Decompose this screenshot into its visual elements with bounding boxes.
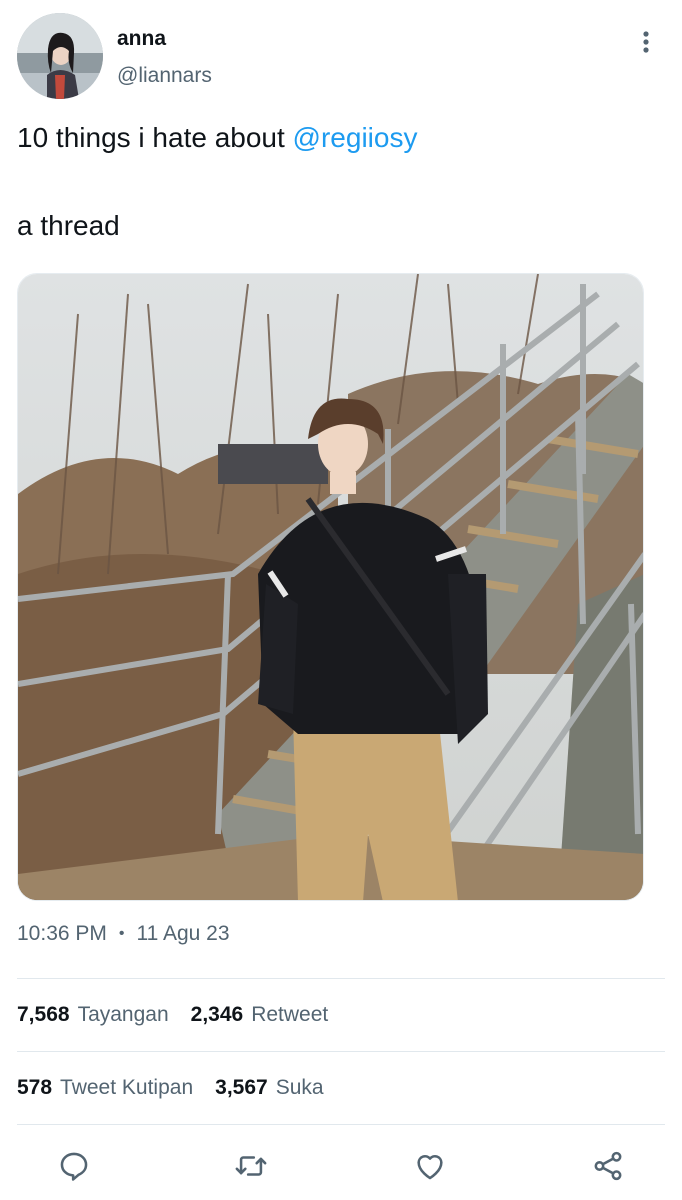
likes-label: Suka xyxy=(275,1076,324,1099)
likes-stat[interactable]: 3,567 Suka xyxy=(215,1076,323,1100)
retweets-count: 2,346 xyxy=(190,1003,244,1026)
likes-count: 3,567 xyxy=(215,1076,268,1099)
like-icon xyxy=(417,1154,443,1180)
views-count: 7,568 xyxy=(17,1003,70,1026)
tweet-text: 10 things i hate about @regiiosy a threa… xyxy=(17,120,657,244)
like-button[interactable] xyxy=(410,1146,450,1186)
share-icon xyxy=(594,1151,622,1181)
tweet-text-line-1: 10 things i hate about @regiiosy xyxy=(17,120,657,156)
mention-link[interactable]: @regiiosy xyxy=(293,122,418,153)
tweet-text-prefix: 10 things i hate about xyxy=(17,122,293,153)
tweet-date: 11 Agu 23 xyxy=(136,922,230,945)
share-button[interactable] xyxy=(588,1146,628,1186)
quote-tweets-count: 578 xyxy=(17,1076,53,1099)
action-bar xyxy=(0,1138,682,1194)
tweet-time: 10:36 PM xyxy=(17,922,107,945)
retweets-label: Retweet xyxy=(251,1003,329,1026)
retweet-button[interactable] xyxy=(231,1146,271,1186)
divider xyxy=(17,1051,665,1052)
photo-image xyxy=(18,274,643,900)
avatar[interactable] xyxy=(17,13,103,99)
more-options-button[interactable] xyxy=(628,24,664,60)
display-name[interactable]: anna xyxy=(117,27,166,51)
divider xyxy=(17,978,665,979)
avatar-photo xyxy=(17,13,103,99)
tweet-header: anna @liannars xyxy=(0,0,682,110)
reply-icon xyxy=(60,1152,88,1181)
retweets-stat[interactable]: 2,346 Retweet xyxy=(191,1003,329,1027)
tweet-text-line-2: a thread xyxy=(17,210,120,241)
views-stat[interactable]: 7,568 Tayangan xyxy=(17,1003,169,1027)
reply-button[interactable] xyxy=(54,1146,94,1186)
more-vertical-icon xyxy=(643,31,649,53)
quote-tweets-stat[interactable]: 578 Tweet Kutipan xyxy=(17,1076,193,1100)
tweet-media-photo[interactable] xyxy=(17,273,644,901)
quote-tweets-label: Tweet Kutipan xyxy=(60,1076,194,1099)
stats-row-1: 7,568 Tayangan 2,346 Retweet xyxy=(17,1003,350,1027)
divider xyxy=(17,1124,665,1125)
retweet-icon xyxy=(235,1156,267,1176)
stats-row-2: 578 Tweet Kutipan 3,567 Suka xyxy=(17,1076,346,1100)
user-handle[interactable]: @liannars xyxy=(117,64,212,88)
tweet-text-spacer xyxy=(17,156,657,208)
tweet-timestamp[interactable]: 10:36 PM • 11 Agu 23 xyxy=(17,922,230,946)
meta-separator: • xyxy=(118,925,125,942)
views-label: Tayangan xyxy=(77,1003,169,1026)
